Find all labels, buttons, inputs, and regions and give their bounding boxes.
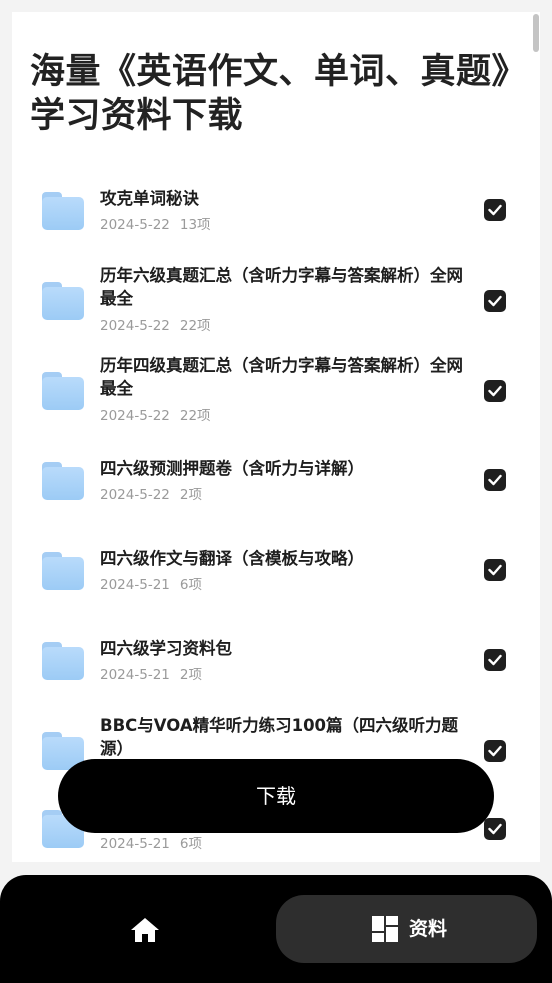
item-meta: 2024-5-21 2项 (100, 666, 202, 684)
item-title: 四六级预测押题卷（含听力与详解） (100, 459, 364, 478)
folder-icon (42, 192, 84, 230)
download-button[interactable]: 下载 (58, 759, 494, 833)
checkbox-checked[interactable] (484, 290, 506, 312)
item-title: 攻克单词秘诀 (100, 189, 199, 208)
item-title: 四六级学习资料包 (100, 639, 232, 658)
item-title: 四六级作文与翻译（含模板与攻略） (100, 549, 364, 568)
nav-home-button[interactable] (128, 915, 162, 945)
item-title: BBC与VOA精华听力练习100篇（四六级听力题源） (100, 716, 459, 758)
checkbox-checked[interactable] (484, 740, 506, 762)
item-title: 历年四级真题汇总（含听力字幕与答案解析）全网最全 (100, 356, 463, 398)
nav-materials-label: 资料 (409, 918, 448, 940)
nav-materials-button[interactable]: 资料 (276, 895, 537, 963)
item-count: 2项 (179, 667, 202, 683)
item-meta: 2024-5-22 2项 (100, 486, 202, 504)
folder-icon (42, 282, 84, 320)
bottom-nav: 资料 (0, 875, 552, 983)
item-date: 2024-5-22 (100, 318, 170, 334)
check-icon (488, 564, 502, 576)
item-date: 2024-5-22 (100, 217, 170, 233)
list-item[interactable]: 四六级学习资料包 2024-5-21 2项 (12, 627, 540, 697)
list-item[interactable]: 四六级预测押题卷（含听力与详解） 2024-5-22 2项 (12, 447, 540, 517)
check-icon (488, 823, 502, 835)
scrollbar[interactable] (533, 14, 539, 52)
checkbox-checked[interactable] (484, 818, 506, 840)
checkbox-checked[interactable] (484, 469, 506, 491)
list-item[interactable]: 历年四级真题汇总（含听力字幕与答案解析）全网最全 2024-5-22 22项 (12, 344, 540, 428)
item-date: 2024-5-21 (100, 836, 170, 852)
checkbox-checked[interactable] (484, 559, 506, 581)
item-meta: 2024-5-22 22项 (100, 407, 211, 425)
item-date: 2024-5-22 (100, 487, 170, 503)
folder-icon (42, 372, 84, 410)
folder-icon (42, 552, 84, 590)
item-meta: 2024-5-21 6项 (100, 835, 202, 853)
folder-icon (42, 642, 84, 680)
content-card: 海量《英语作文、单词、真题》学习资料下载 攻克单词秘诀 2024-5-22 13项… (12, 12, 540, 862)
check-icon (488, 385, 502, 397)
checkbox-checked[interactable] (484, 380, 506, 402)
list-item[interactable]: 历年六级真题汇总（含听力字幕与答案解析）全网最全 2024-5-22 22项 (12, 254, 540, 338)
item-meta: 2024-5-22 13项 (100, 216, 211, 234)
item-date: 2024-5-21 (100, 577, 170, 593)
page-title: 海量《英语作文、单词、真题》学习资料下载 (30, 51, 528, 136)
folder-icon (42, 462, 84, 500)
item-count: 2项 (179, 487, 202, 503)
grid-icon (372, 916, 398, 942)
item-title: 历年六级真题汇总（含听力字幕与答案解析）全网最全 (100, 266, 463, 308)
list-item[interactable]: 攻克单词秘诀 2024-5-22 13项 (12, 177, 540, 247)
check-icon (488, 295, 502, 307)
checkbox-checked[interactable] (484, 199, 506, 221)
item-count: 22项 (179, 408, 211, 424)
item-count: 22项 (179, 318, 211, 334)
item-count: 13项 (179, 217, 211, 233)
list-item[interactable]: 四六级作文与翻译（含模板与攻略） 2024-5-21 6项 (12, 537, 540, 607)
home-icon (131, 918, 159, 942)
item-count: 6项 (179, 577, 202, 593)
check-icon (488, 474, 502, 486)
item-count: 6项 (179, 836, 202, 852)
check-icon (488, 204, 502, 216)
item-date: 2024-5-21 (100, 667, 170, 683)
item-date: 2024-5-22 (100, 408, 170, 424)
item-meta: 2024-5-21 6项 (100, 576, 202, 594)
checkbox-checked[interactable] (484, 649, 506, 671)
item-meta: 2024-5-22 22项 (100, 317, 211, 335)
check-icon (488, 654, 502, 666)
check-icon (488, 745, 502, 757)
